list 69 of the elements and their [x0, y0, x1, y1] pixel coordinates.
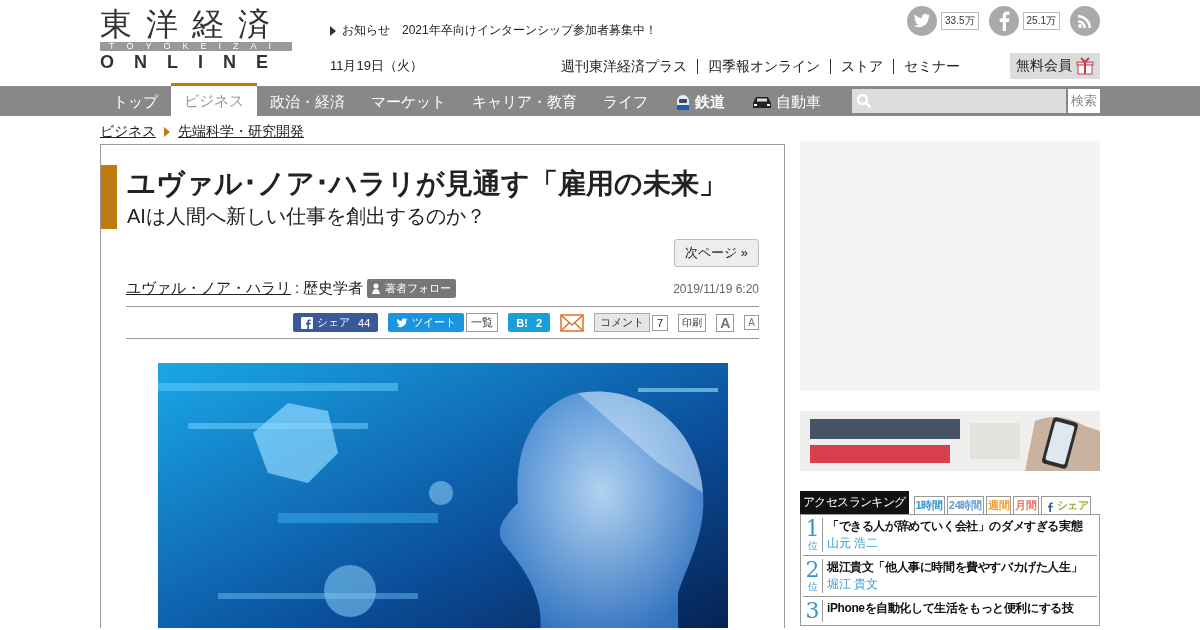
print-button[interactable]: 印刷	[678, 313, 707, 332]
ranking-article-link[interactable]: 堀江貴文「他人事に時間を費やすバカげた人生」	[827, 559, 1083, 576]
header-link[interactable]: ストア	[830, 58, 893, 74]
notice-link[interactable]: 2021年卒向けインターンシップ参加者募集中！	[402, 22, 657, 39]
nav-tab[interactable]: ライフ	[590, 86, 661, 116]
social-button[interactable]	[988, 6, 1019, 36]
search-icon	[856, 93, 872, 109]
font-small-button[interactable]: A	[744, 315, 759, 330]
nav-tab[interactable]: トップ	[100, 86, 171, 116]
follower-count: 33.5万	[941, 12, 979, 30]
follow-button[interactable]: 著者フォロー	[367, 279, 457, 298]
nav-tab[interactable]: マーケット	[358, 86, 459, 116]
nav-tab[interactable]: 鉄道	[661, 86, 738, 116]
follower-count: 25.1万	[1022, 12, 1060, 30]
chevron-icon	[164, 127, 170, 137]
train-icon	[674, 93, 692, 112]
article-subtitle: AIは人間へ新しい仕事を創出するのか？	[127, 204, 487, 229]
ranking-author: 山元 浩二	[827, 535, 880, 552]
search-field[interactable]	[852, 89, 1066, 113]
facebook-icon	[301, 316, 314, 329]
font-large-button[interactable]: A	[716, 313, 735, 332]
rank-number: 2	[805, 559, 820, 581]
mail-icon[interactable]	[560, 313, 585, 332]
rss-button[interactable]	[1070, 6, 1100, 36]
bookmark-button[interactable]: B! 2	[508, 313, 551, 332]
facebook-share-button[interactable]: シェア 44	[293, 313, 379, 332]
next-page-button[interactable]: 次ページ »	[674, 239, 759, 267]
list-link[interactable]: 一覧	[466, 313, 499, 332]
comment-count: 7	[652, 314, 669, 331]
nav-tab[interactable]: 政治・経済	[257, 86, 358, 116]
notice-label: お知らせ	[342, 22, 390, 39]
breadcrumb-link[interactable]: ビジネス	[100, 123, 156, 141]
header-link[interactable]: 週刊東洋経済プラス	[551, 58, 697, 74]
rank-unit: 位	[807, 540, 818, 551]
ranking-author: 堀江 貴文	[827, 576, 880, 593]
member-button[interactable]: 無料会員	[1010, 53, 1100, 79]
ranking-article-link[interactable]: iPhoneを自動化して生活をもっと便利にする技	[827, 600, 1074, 617]
header-link[interactable]: セミナー	[893, 58, 970, 74]
social-button[interactable]	[907, 6, 938, 36]
author-link[interactable]: ユヴァル・ノア・ハラリ	[126, 279, 291, 298]
nav-tab[interactable]: ビジネス	[171, 83, 257, 116]
gift-icon	[1076, 57, 1094, 75]
logo-romaji: TOYOKEIZAI	[100, 42, 292, 51]
bird-icon	[396, 316, 409, 329]
title-accent-bar	[101, 165, 117, 229]
breadcrumb-link[interactable]: 先端科学・研究開発	[178, 123, 304, 141]
bird-icon	[913, 12, 932, 30]
rank-unit: 位	[807, 581, 818, 592]
person-icon	[372, 283, 383, 294]
nav-tab[interactable]: 自動車	[738, 86, 834, 116]
facebook-icon	[997, 11, 1010, 31]
logo-online: ONLINE	[100, 51, 289, 73]
triangle-icon	[330, 25, 336, 36]
date-text: 11月19日（火）	[330, 57, 423, 75]
car-icon	[751, 95, 773, 110]
ranking-title: アクセスランキング	[800, 491, 909, 514]
tweet-button[interactable]: ツイート	[388, 313, 465, 332]
publish-date: 2019/11/19 6:20	[673, 281, 759, 296]
rss-icon	[1077, 13, 1093, 29]
rank-number: 3	[805, 600, 820, 622]
search-button[interactable]: 検索	[1068, 89, 1100, 113]
comment-button[interactable]: コメント	[594, 313, 651, 332]
logo-kanji: 東洋経済	[100, 6, 285, 42]
author-role: : 歴史学者	[295, 279, 364, 298]
nav-tab[interactable]: キャリア・教育	[459, 86, 590, 116]
rank-number: 1	[805, 518, 820, 540]
ranking-article-link[interactable]: 「できる人が辞めていく会社」のダメすぎる実態	[827, 518, 1083, 535]
article-title: ユヴァル･ノア･ハラリが見通す「雇用の未来」	[127, 167, 727, 201]
header-link[interactable]: 四季報オンライン	[697, 58, 830, 74]
